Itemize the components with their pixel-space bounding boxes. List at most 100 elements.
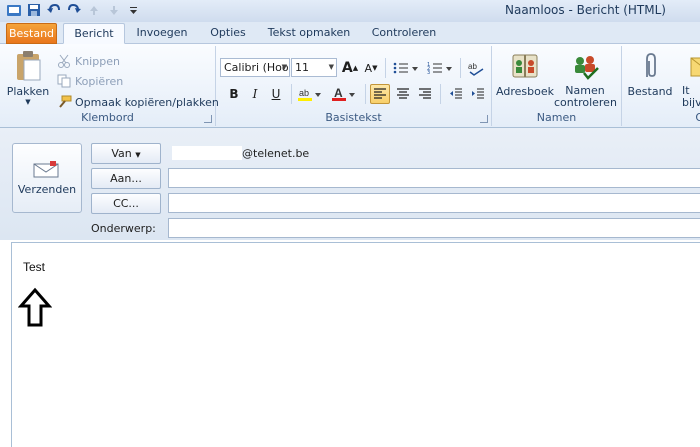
numbering-button[interactable]: 123 [426,58,456,78]
basic-text-group: Calibri (Hoo ▼ 11 ▼ A ▲ A ▼ 123 ab B I U a… [216,46,492,126]
svg-text:A: A [334,86,343,100]
paste-dropdown-icon[interactable]: ▼ [6,98,50,106]
undo-icon[interactable] [46,2,62,18]
title-bar: Naamloos - Bericht (HTML) [0,0,700,22]
align-left-button[interactable] [370,84,390,104]
names-group: Adresboek Namen controleren Namen [492,46,622,126]
tab-invoegen[interactable]: Invoegen [132,23,192,44]
subject-label: Onderwerp: [91,222,156,235]
tab-bestand[interactable]: Bestand [6,23,57,44]
font-size-select[interactable]: 11 ▼ [291,58,337,77]
arrow-up-icon[interactable] [86,2,102,18]
highlighter-icon: ab [298,88,321,101]
font-name-dropdown-icon: ▼ [281,63,287,71]
send-envelope-icon [32,159,62,179]
clipboard-launcher-icon[interactable] [204,115,212,123]
font-size-dropdown-icon: ▼ [328,63,334,71]
save-icon[interactable] [26,2,42,18]
quick-access-toolbar [6,2,142,18]
redo-icon[interactable] [66,2,82,18]
app-icon[interactable] [6,2,22,18]
message-body[interactable]: Test [11,242,700,447]
highlight-button[interactable]: ab [296,84,326,104]
to-field[interactable] [168,168,700,188]
separator [440,84,441,104]
check-names-label: Namen controleren [554,84,617,109]
tab-controleren[interactable]: Controleren [366,23,442,44]
check-names-icon [569,50,601,82]
scissors-icon [56,53,72,69]
subject-field[interactable] [168,218,700,238]
attach-file-button[interactable]: Bestand [624,50,676,98]
separator [460,58,461,78]
svg-text:ab: ab [299,88,309,98]
align-right-icon [419,88,431,99]
font-color-button[interactable]: A [330,84,360,104]
attach-item-button[interactable]: It bijvo [682,50,700,109]
format-painter-button[interactable]: Opmaak kopiëren/plakken [56,92,219,112]
tab-bericht[interactable]: Bericht [63,23,125,44]
arrow-down-icon[interactable] [106,2,122,18]
bullets-icon [393,62,418,74]
bullets-button[interactable] [392,58,422,78]
attach-item-label: It bijvo [682,84,700,109]
increase-indent-icon [472,88,484,99]
svg-text:ab: ab [468,62,477,71]
underline-button[interactable]: U [266,84,286,104]
from-address: @telenet.be [242,147,310,160]
align-right-button[interactable] [415,84,435,104]
align-center-icon [397,88,409,99]
separator [385,58,386,78]
envelope-icon [686,50,700,82]
from-button[interactable]: Van ▼ [91,143,161,164]
font-name-select[interactable]: Calibri (Hoo ▼ [220,58,290,77]
cut-label: Knippen [75,54,120,68]
tab-opties[interactable]: Opties [203,23,253,44]
bold-button[interactable]: B [224,84,244,104]
shrink-font-icon: A [364,61,373,75]
spelling-icon: ab [468,62,484,76]
grow-font-button[interactable]: A ▲ [340,58,360,78]
basic-text-launcher-icon[interactable] [480,115,488,123]
address-book-icon [509,50,541,82]
font-size-value: 11 [295,61,309,74]
to-button[interactable]: Aan... [91,168,161,189]
window-title: Naamloos - Bericht (HTML) [505,3,666,17]
align-left-icon [374,88,386,99]
body-text: Test [23,260,46,274]
decrease-indent-button[interactable] [446,84,466,104]
message-header: Verzenden Van ▼ @telenet.be Aan... CC...… [0,128,700,240]
cc-field[interactable] [168,193,700,213]
basic-text-group-label: Basistekst [325,111,382,124]
spelling-button[interactable]: ab [466,58,486,78]
cc-button[interactable]: CC... [91,193,161,214]
paste-icon [12,50,44,82]
address-book-button[interactable]: Adresboek [496,50,554,98]
cut-button[interactable]: Knippen [56,51,120,71]
copy-label: Kopiëren [75,74,124,88]
font-name-value: Calibri (Hoo [224,61,289,74]
italic-button[interactable]: I [245,84,265,104]
names-group-label: Namen [536,111,577,124]
font-color-icon: A [332,86,355,101]
separator [365,84,366,104]
format-painter-icon [56,94,72,110]
format-painter-label: Opmaak kopiëren/plakken [75,95,219,109]
attach-file-label: Bestand [627,85,673,98]
customize-toolbar-icon[interactable] [126,2,142,18]
address-book-label: Adresboek [496,85,554,98]
svg-text:3: 3 [427,70,430,75]
paperclip-icon [634,50,666,82]
shrink-font-button[interactable]: A ▼ [361,58,381,78]
copy-button[interactable]: Kopiëren [56,71,123,91]
include-group: Bestand It bijvo O [622,46,700,126]
align-center-button[interactable] [393,84,413,104]
tab-tekst-opmaken[interactable]: Tekst opmaken [262,23,356,44]
separator [291,84,292,104]
send-button[interactable]: Verzenden [12,143,82,213]
arrow-up-annotation-icon [17,287,53,332]
paste-button[interactable]: Plakken ▼ [6,50,50,106]
check-names-button[interactable]: Namen controleren [554,50,617,109]
increase-indent-button[interactable] [468,84,488,104]
redacted-username [172,146,242,160]
